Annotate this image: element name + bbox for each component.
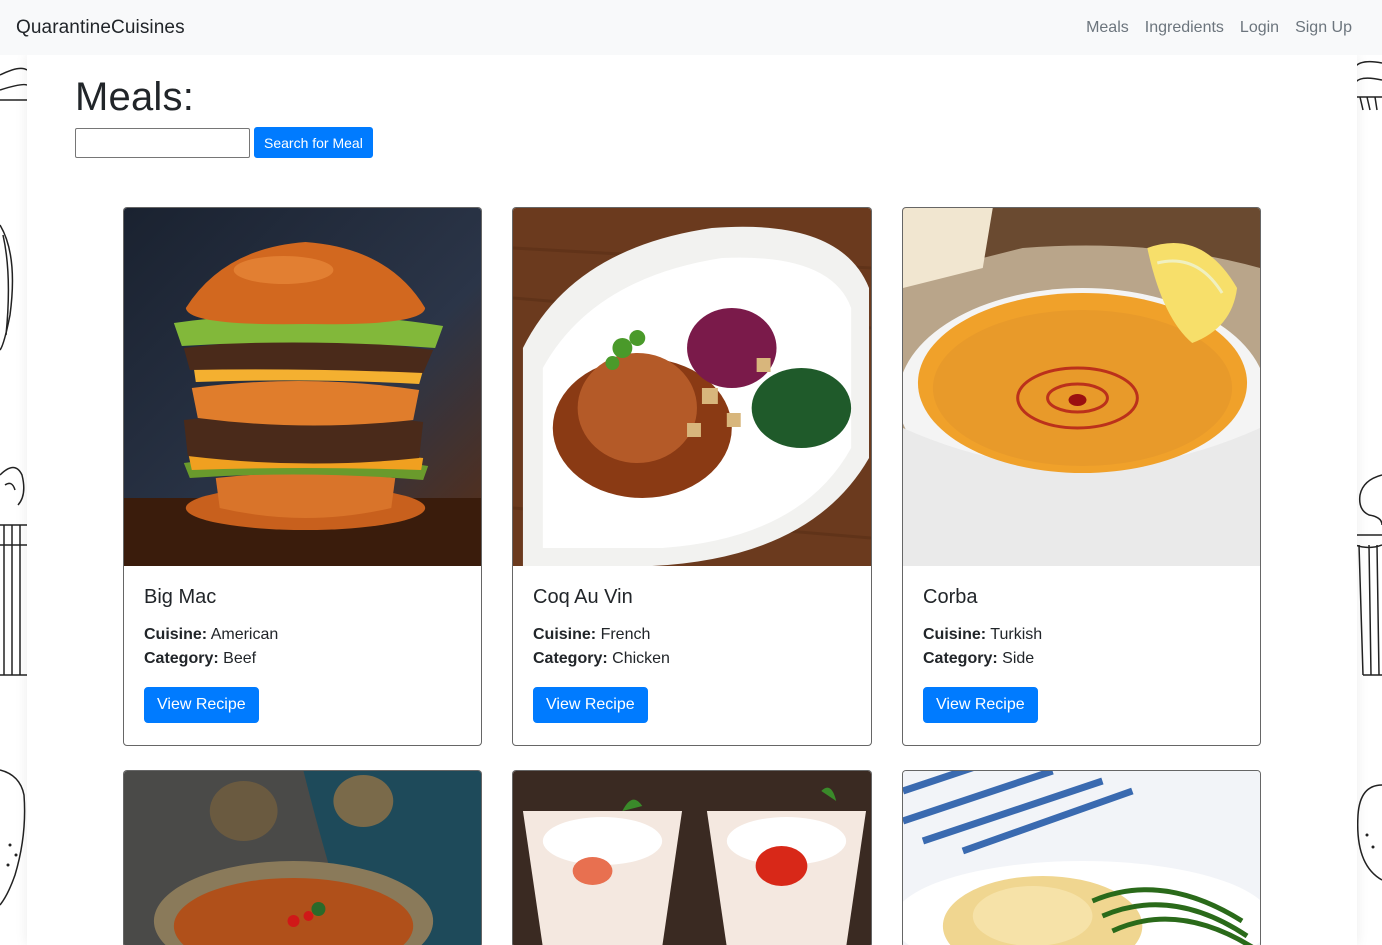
nav-link-ingredients[interactable]: Ingredients (1137, 19, 1232, 37)
card-body: Corba Cuisine: Turkish Category: Side Vi… (903, 566, 1260, 745)
brand-logo[interactable]: QuarantineCuisines (16, 17, 185, 39)
meal-name: Corba (923, 586, 978, 608)
card-body: Coq Au Vin Cuisine: French Category: Chi… (513, 566, 871, 745)
meal-name: Big Mac (144, 586, 217, 608)
meal-cuisine: Cuisine: French (533, 626, 651, 643)
card-body: Big Mac Cuisine: American Category: Beef… (124, 566, 481, 745)
background-doodle-right (1355, 55, 1382, 945)
search-button[interactable]: Search for Meal (254, 127, 373, 158)
dessert-glasses-photo[interactable] (513, 771, 871, 945)
nav-link-sign-up[interactable]: Sign Up (1287, 19, 1360, 37)
soup-bowl-photo[interactable] (903, 208, 1260, 566)
meal-card (512, 770, 872, 945)
burger-photo[interactable] (124, 208, 481, 566)
lentil-stew-photo[interactable] (124, 771, 481, 945)
meal-category: Category: Chicken (533, 650, 670, 667)
search-input[interactable] (75, 127, 250, 158)
meal-grid: Big Mac Cuisine: American Category: Beef… (123, 207, 1261, 945)
meal-name: Coq Au Vin (533, 586, 633, 608)
background-doodle-left (0, 55, 27, 945)
meal-cuisine: Cuisine: American (144, 626, 279, 643)
meal-card: Coq Au Vin Cuisine: French Category: Chi… (512, 207, 872, 746)
meal-card (123, 770, 482, 945)
meal-card (902, 770, 1261, 945)
view-recipe-button[interactable]: View Recipe (923, 687, 1038, 723)
meal-cuisine: Cuisine: Turkish (923, 626, 1043, 643)
main-container: Meals: Search for Meal Big Mac Cuisine: … (27, 55, 1357, 945)
meal-card: Corba Cuisine: Turkish Category: Side Vi… (902, 207, 1261, 746)
nav-link-meals[interactable]: Meals (1078, 19, 1137, 37)
chicken-plate-photo[interactable] (513, 208, 871, 566)
meal-category: Category: Side (923, 650, 1035, 667)
navbar: QuarantineCuisines Meals Ingredients Log… (0, 0, 1382, 55)
view-recipe-button[interactable]: View Recipe (533, 687, 648, 723)
nav-link-login[interactable]: Login (1232, 19, 1287, 37)
meal-card: Big Mac Cuisine: American Category: Beef… (123, 207, 482, 746)
nav-links: Meals Ingredients Login Sign Up (1078, 19, 1360, 37)
search-form: Search for Meal (75, 127, 373, 158)
meal-category: Category: Beef (144, 650, 257, 667)
page-title: Meals: (75, 75, 195, 119)
view-recipe-button[interactable]: View Recipe (144, 687, 259, 723)
fish-pie-photo[interactable] (903, 771, 1260, 945)
